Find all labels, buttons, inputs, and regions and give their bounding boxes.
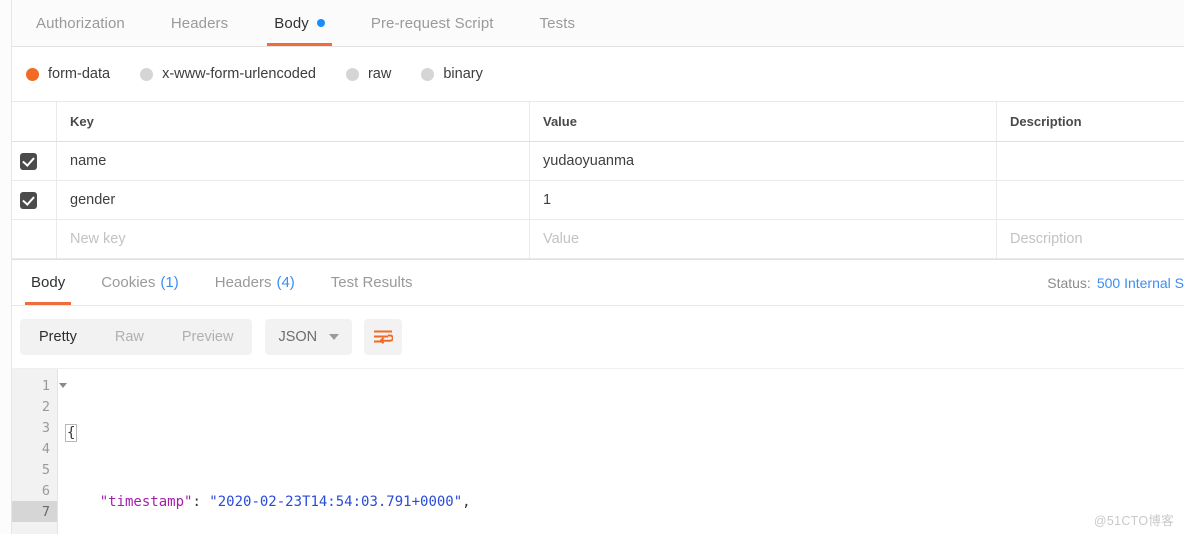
table-row: name yudaoyuanma <box>0 142 1184 181</box>
tab-pre-request-script[interactable]: Pre-request Script <box>348 0 517 46</box>
comma: , <box>462 494 471 510</box>
response-tab-test-results[interactable]: Test Results <box>313 260 431 305</box>
header-value: Value <box>530 102 997 141</box>
postman-request-response-panel: Authorization Headers Body Pre-request S… <box>0 0 1184 534</box>
view-mode-raw[interactable]: Raw <box>96 319 163 355</box>
chevron-down-icon <box>329 334 340 340</box>
tab-tests-label: Tests <box>539 14 576 32</box>
line-number[interactable]: 7 <box>12 501 57 522</box>
checkbox-checked-icon[interactable] <box>19 191 37 209</box>
line-number[interactable]: 6 <box>12 480 57 501</box>
response-tab-body-label: Body <box>31 274 66 291</box>
response-tab-bar: Body Cookies (1) Headers (4) Test Result… <box>0 259 1184 306</box>
header-key: Key <box>57 102 530 141</box>
radio-raw[interactable]: raw <box>345 66 392 82</box>
row-description-input[interactable] <box>997 142 1184 180</box>
tab-body[interactable]: Body <box>251 0 348 46</box>
radio-form-data-icon <box>26 67 39 81</box>
response-tab-cookies[interactable]: Cookies (1) <box>83 260 197 305</box>
new-value-input[interactable]: Value <box>530 220 997 258</box>
text-wrap-button[interactable] <box>364 319 403 355</box>
request-tab-bar: Authorization Headers Body Pre-request S… <box>0 0 1184 47</box>
colon: : <box>192 494 210 510</box>
row-description-input[interactable] <box>997 181 1184 219</box>
radio-form-data-label: form-data <box>48 66 111 82</box>
table-header-row: Key Value Description <box>0 102 1184 142</box>
tab-pre-request-script-label: Pre-request Script <box>370 14 494 32</box>
response-code-editor[interactable]: 1 2 3 4 5 6 7 { "timestamp": "2020-02-23… <box>12 368 1184 534</box>
row-value-input[interactable]: 1 <box>530 181 997 219</box>
line-number[interactable]: 1 <box>12 375 67 396</box>
radio-x-www-form-urlencoded-label: x-www-form-urlencoded <box>162 66 316 82</box>
response-tab-test-results-label: Test Results <box>330 274 413 291</box>
code-line-2: "timestamp": "2020-02-23T14:54:03.791+00… <box>58 492 1184 513</box>
view-mode-pretty[interactable]: Pretty <box>20 319 96 355</box>
json-open-brace: { <box>65 424 78 442</box>
left-gutter-strip <box>0 0 12 534</box>
format-select[interactable]: JSON <box>265 319 353 355</box>
body-modified-dot-icon <box>316 19 325 27</box>
tab-tests[interactable]: Tests <box>517 0 599 46</box>
checkbox-checked-icon[interactable] <box>19 152 37 170</box>
line-number[interactable]: 5 <box>12 459 57 480</box>
status-label: Status: <box>1047 274 1091 291</box>
response-tab-cookies-label: Cookies <box>101 274 156 291</box>
tab-headers-label: Headers <box>170 14 229 32</box>
json-value-timestamp: "2020-02-23T14:54:03.791+0000" <box>209 494 463 510</box>
line-number[interactable]: 2 <box>12 396 57 417</box>
status-badge: Status: 500 Internal S <box>1047 260 1184 305</box>
header-description: Description <box>1010 114 1082 129</box>
line-number[interactable]: 4 <box>12 438 57 459</box>
response-tab-body[interactable]: Body <box>13 260 83 305</box>
body-type-radio-group: form-data x-www-form-urlencoded raw bina… <box>0 47 1184 102</box>
response-tab-headers-label: Headers <box>214 274 272 291</box>
radio-x-www-form-urlencoded[interactable]: x-www-form-urlencoded <box>140 66 316 82</box>
text-wrap-icon <box>374 330 394 344</box>
line-number[interactable]: 3 <box>12 417 57 438</box>
radio-binary-label: binary <box>443 66 483 82</box>
json-key-timestamp: "timestamp" <box>99 494 193 510</box>
radio-binary-icon <box>421 67 435 81</box>
view-mode-segmented-control: Pretty Raw Preview <box>20 319 253 355</box>
response-toolbar: Pretty Raw Preview JSON <box>0 306 1184 368</box>
code-line-1: { <box>58 423 1184 444</box>
row-key-input[interactable]: name <box>57 142 530 180</box>
format-select-value: JSON <box>278 329 318 345</box>
table-new-row: New key Value Description <box>0 220 1184 259</box>
tab-headers[interactable]: Headers <box>148 0 251 46</box>
response-tab-headers-count: (4) <box>276 274 295 291</box>
tab-authorization[interactable]: Authorization <box>13 0 148 46</box>
radio-binary[interactable]: binary <box>421 66 483 82</box>
tab-body-label: Body <box>274 14 309 32</box>
new-key-input[interactable]: New key <box>57 220 530 258</box>
new-description-input[interactable]: Description <box>997 220 1184 258</box>
response-tab-headers[interactable]: Headers (4) <box>197 260 313 305</box>
row-key-input[interactable]: gender <box>57 181 530 219</box>
editor-code-area[interactable]: { "timestamp": "2020-02-23T14:54:03.791+… <box>58 369 1184 534</box>
tab-authorization-label: Authorization <box>36 14 125 32</box>
row-value-input[interactable]: yudaoyuanma <box>530 142 997 180</box>
radio-x-www-form-urlencoded-icon <box>140 67 154 81</box>
line-number-text: 1 <box>41 377 50 394</box>
watermark: @51CTO博客 <box>1093 514 1174 528</box>
status-value[interactable]: 500 Internal S <box>1097 275 1184 291</box>
radio-form-data[interactable]: form-data <box>26 66 110 82</box>
form-data-table: Key Value Description name yudaoyuanma g… <box>0 102 1184 259</box>
table-row: gender 1 <box>0 181 1184 220</box>
radio-raw-label: raw <box>367 66 392 82</box>
editor-line-number-gutter: 1 2 3 4 5 6 7 <box>12 369 67 534</box>
radio-raw-icon <box>345 67 359 81</box>
view-mode-preview[interactable]: Preview <box>163 319 253 355</box>
response-tab-cookies-count: (1) <box>160 274 179 291</box>
